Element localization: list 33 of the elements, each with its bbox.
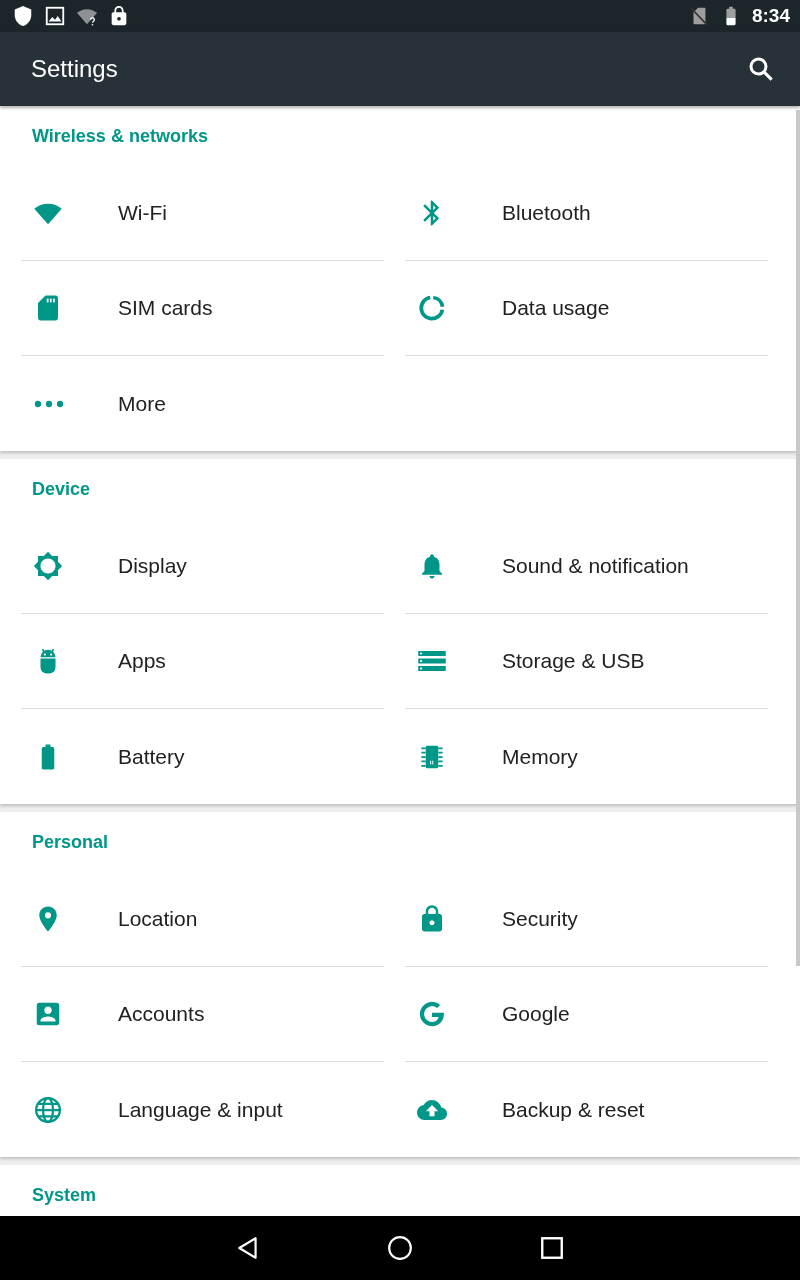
settings-item[interactable]: Bluetooth (405, 166, 768, 261)
settings-item[interactable]: SIM cards (21, 261, 384, 356)
settings-item[interactable]: Data usage (405, 261, 768, 356)
settings-item[interactable]: Security (405, 872, 768, 967)
image-icon (44, 5, 66, 27)
recents-icon (539, 1235, 565, 1261)
more-icon (34, 399, 64, 408)
settings-item[interactable]: Storage & USB (405, 614, 768, 709)
settings-item[interactable]: Display (21, 519, 384, 614)
ring-icon (417, 293, 447, 323)
settings-item[interactable]: Wi-Fi (21, 166, 384, 261)
settings-item[interactable]: Backup & reset (405, 1062, 768, 1157)
settings-item[interactable]: Language & input (21, 1062, 384, 1157)
settings-item[interactable]: Sound & notification (405, 519, 768, 614)
g-logo-icon (417, 999, 447, 1029)
shield-icon (12, 5, 34, 27)
home-icon (387, 1235, 413, 1261)
settings-item[interactable]: Apps (21, 614, 384, 709)
app-title: Settings (31, 55, 118, 83)
settings-item[interactable]: Location (21, 872, 384, 967)
section-header: Wireless & networks (31, 125, 209, 148)
section-header: System (31, 1184, 98, 1207)
settings-item[interactable]: Memory (405, 709, 768, 804)
status-time: 8:34 (751, 5, 790, 27)
section-header: Device (31, 478, 92, 501)
settings-item[interactable]: More (21, 356, 384, 451)
brightness-icon (33, 551, 63, 581)
settings-item[interactable]: Battery (21, 709, 384, 804)
section-header: Personal (31, 831, 110, 854)
settings-item[interactable]: Google (405, 967, 768, 1062)
no-sim-icon (687, 5, 710, 27)
settings-item[interactable]: Accounts (21, 967, 384, 1062)
globe-icon (33, 1094, 63, 1125)
